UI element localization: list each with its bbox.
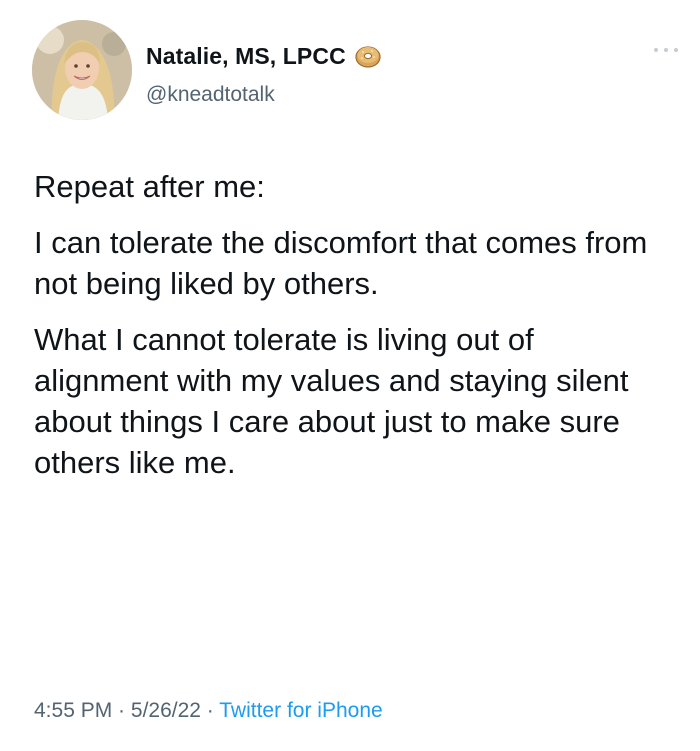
author-handle[interactable]: @kneadtotalk xyxy=(146,83,275,107)
tweet-date[interactable]: 5/26/22 xyxy=(131,699,201,722)
tweet-meta: 4:55 PM · 5/26/22 · Twitter for iPhone xyxy=(34,699,383,723)
profile-photo-icon xyxy=(32,20,132,120)
tweet-card: Natalie, MS, LPCC @kneadtotalk Repeat af… xyxy=(0,0,700,751)
meta-separator: · xyxy=(112,699,131,722)
avatar[interactable] xyxy=(32,20,132,120)
bagel-emoji-icon xyxy=(354,42,382,70)
more-options-icon[interactable] xyxy=(652,44,682,56)
meta-separator: · xyxy=(200,699,220,722)
tweet-time[interactable]: 4:55 PM xyxy=(34,699,112,722)
author-display-name[interactable]: Natalie, MS, LPCC xyxy=(146,43,346,70)
tweet-header: Natalie, MS, LPCC @kneadtotalk xyxy=(32,20,682,124)
tweet-paragraph: Repeat after me: xyxy=(34,169,265,204)
tweet-source-link[interactable]: Twitter for iPhone xyxy=(219,699,382,722)
tweet-body: Repeat after me: I can tolerate the disc… xyxy=(34,166,674,498)
tweet-paragraph: What I cannot tolerate is living out of … xyxy=(34,322,629,480)
author-name-row: Natalie, MS, LPCC xyxy=(146,42,382,70)
tweet-paragraph: I can tolerate the discomfort that comes… xyxy=(34,225,648,301)
